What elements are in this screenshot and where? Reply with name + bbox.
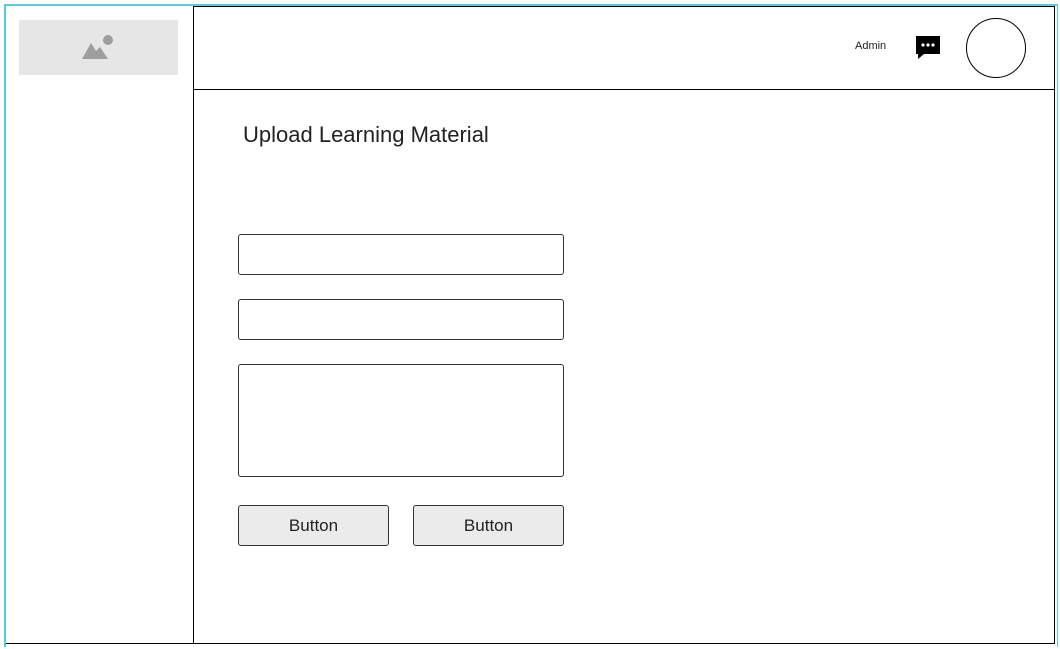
logo-placeholder [19, 20, 178, 75]
page-title: Upload Learning Material [243, 122, 489, 147]
right-border [1054, 6, 1055, 644]
user-name-label: Admin [855, 40, 887, 52]
sidebar-divider [193, 6, 194, 644]
chat-bubble-icon[interactable] [915, 35, 941, 60]
button-1[interactable]: Button [238, 505, 389, 546]
bottom-border [6, 643, 1055, 644]
avatar[interactable] [966, 18, 1026, 78]
text-area[interactable] [238, 364, 564, 477]
text-input-2[interactable] [238, 299, 564, 340]
image-placeholder-icon [81, 34, 113, 59]
text-input-1[interactable] [238, 234, 564, 275]
button-2[interactable]: Button [413, 505, 564, 546]
